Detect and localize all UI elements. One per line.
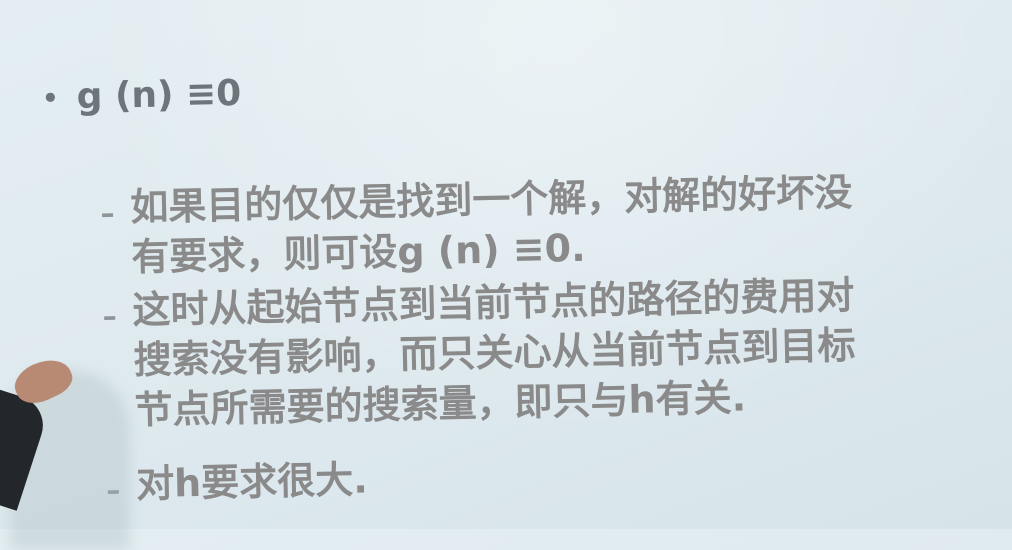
slide: • g (n) ≡0 – 如果目的仅仅是找到一个解，对解的好坏没 有要求，则可设g… xyxy=(0,0,1012,529)
dash-marker: – xyxy=(102,299,117,333)
sub-item-text: 如果目的仅仅是找到一个解，对解的好坏没 有要求，则可设g (n) ≡0. xyxy=(130,167,854,282)
sub-item: – 对h要求很大. xyxy=(106,454,368,509)
sub-item: – 如果目的仅仅是找到一个解，对解的好坏没 有要求，则可设g (n) ≡0. xyxy=(100,167,854,283)
sub-item-text: 对h要求很大. xyxy=(136,454,368,509)
bullet-text: g (n) ≡0 xyxy=(76,72,242,118)
sub-item: – 这时从起始节点到当前节点的路径的费用对 搜索没有影响，而只关心从当前节点到目… xyxy=(102,270,857,436)
text-line: 对h要求很大. xyxy=(135,457,369,507)
bullet-dot: • xyxy=(41,83,60,115)
bullet-item: • g (n) ≡0 xyxy=(42,73,242,118)
dash-marker: – xyxy=(100,196,115,230)
sub-item-text: 这时从起始节点到当前节点的路径的费用对 搜索没有影响，而只关心从当前节点到目标 … xyxy=(132,270,857,435)
